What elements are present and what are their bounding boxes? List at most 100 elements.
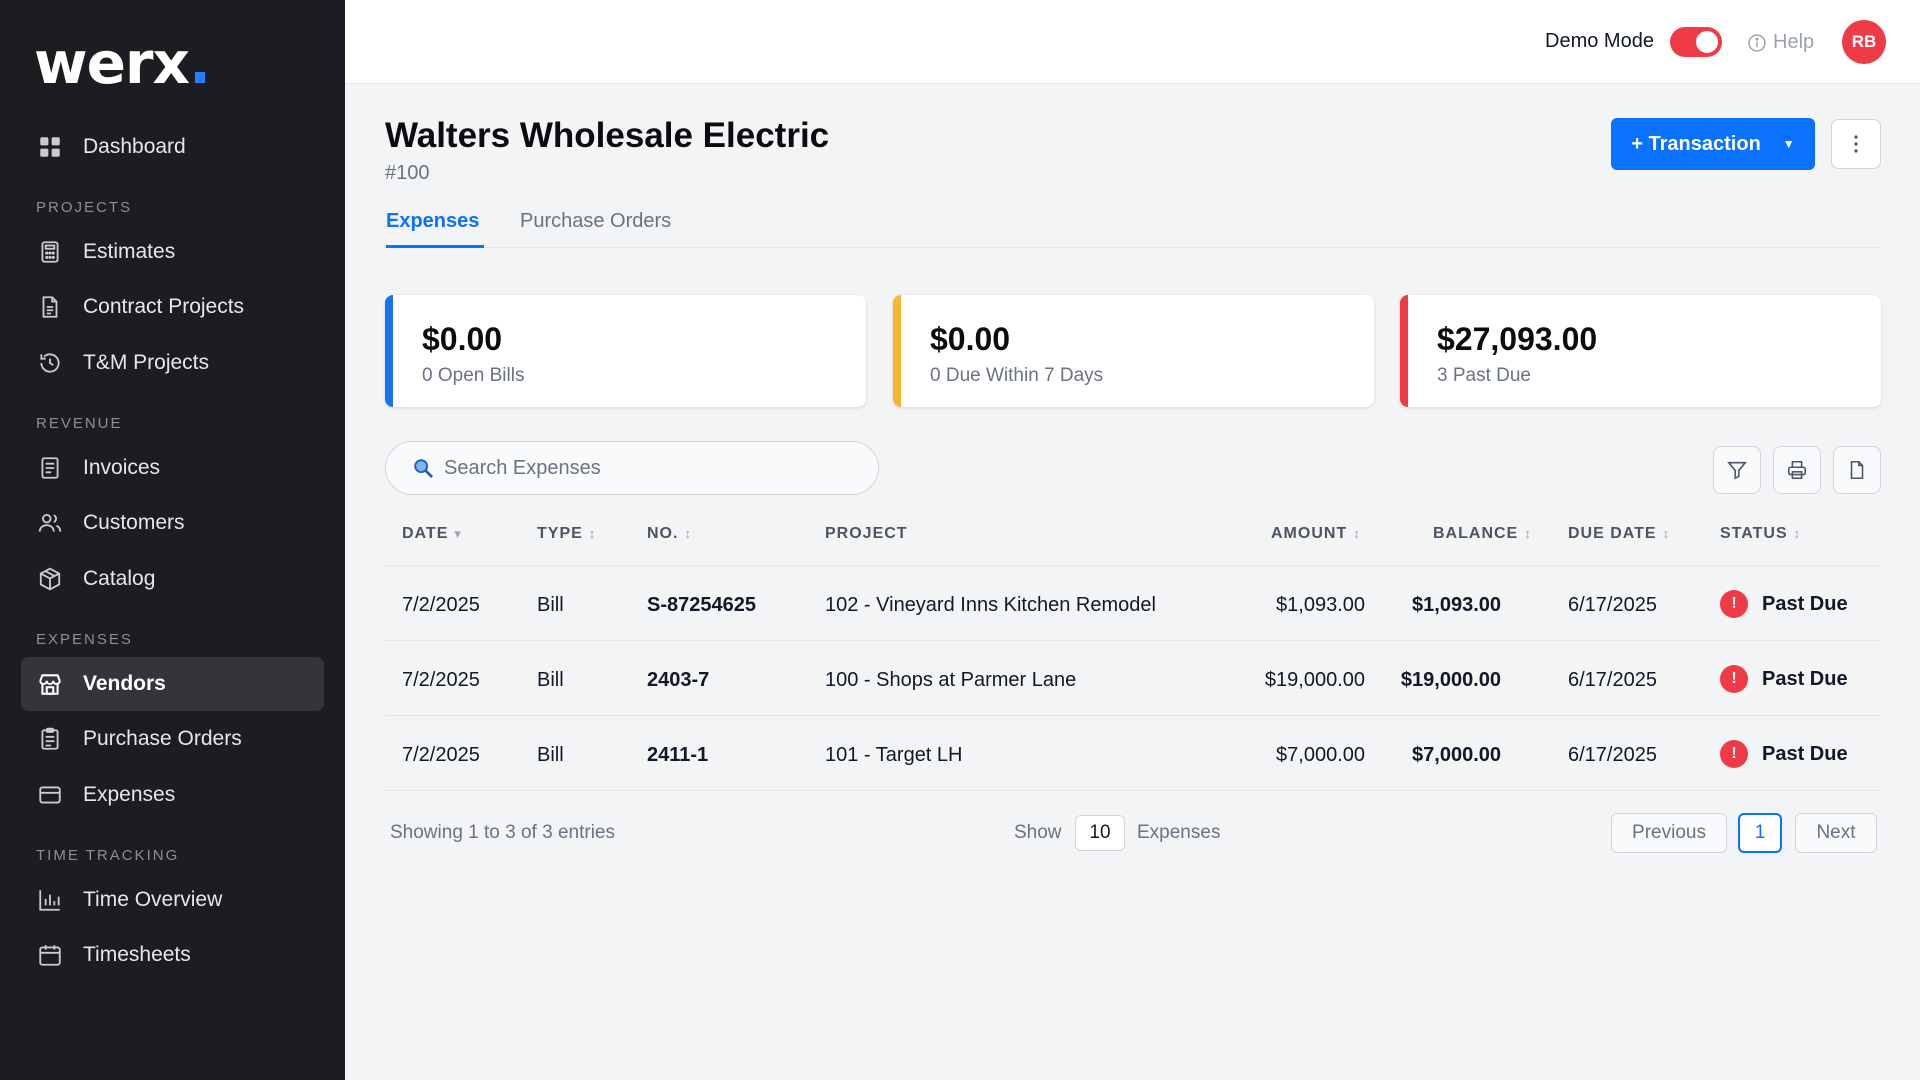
page-size-select[interactable]: 10 [1075, 815, 1125, 851]
main-content: Walters Wholesale Electric #100 + Transa… [345, 84, 1920, 1080]
column-header-status[interactable]: STATUS ↕ [1720, 525, 1801, 543]
cell-amount: $1,093.00 [1276, 594, 1365, 616]
card-accent [1400, 295, 1408, 407]
export-button[interactable] [1833, 446, 1881, 494]
sidebar-item-time-overview[interactable]: Time Overview [21, 873, 324, 927]
credit-card-icon [39, 786, 61, 804]
box-icon [39, 567, 61, 591]
sidebar-item-label: Estimates [83, 240, 176, 263]
add-transaction-label: + Transaction [1631, 132, 1761, 155]
sidebar-item-vendors[interactable]: Vendors [21, 657, 324, 711]
card-accent [893, 295, 901, 407]
more-options-button[interactable] [1831, 119, 1881, 169]
column-header-type[interactable]: TYPE ↕ [537, 525, 596, 543]
sidebar-item-dashboard[interactable]: Dashboard [21, 120, 324, 174]
cell-project[interactable]: 100 - Shops at Parmer Lane [825, 669, 1076, 692]
tab-bar: Expenses Purchase Orders [384, 210, 1882, 248]
page-title: Walters Wholesale Electric [385, 116, 830, 155]
cell-balance: $7,000.00 [1412, 744, 1501, 766]
column-header-no[interactable]: NO. ↕ [647, 525, 692, 543]
previous-page-button[interactable]: Previous [1611, 813, 1727, 853]
sort-icon: ↕ [1662, 526, 1671, 541]
sidebar-item-invoices[interactable]: Invoices [21, 441, 324, 495]
help-label: Help [1773, 31, 1815, 53]
tab-purchase-orders[interactable]: Purchase Orders [520, 210, 671, 248]
card-amount: $27,093.00 [1437, 321, 1598, 357]
column-header-due-date[interactable]: DUE DATE ↕ [1568, 525, 1670, 543]
search-box [385, 441, 879, 495]
next-page-button[interactable]: Next [1795, 813, 1877, 853]
sidebar-item-label: Dashboard [83, 135, 186, 158]
alert-icon: ! [1720, 665, 1748, 693]
cell-project[interactable]: 101 - Target LH [825, 744, 963, 767]
cell-balance: $1,093.00 [1412, 594, 1501, 616]
demo-mode-label: Demo Mode [1545, 30, 1654, 52]
sidebar-item-estimates[interactable]: Estimates [21, 225, 324, 279]
print-button[interactable] [1773, 446, 1821, 494]
sidebar-item-label: Contract Projects [83, 295, 245, 318]
section-time-tracking: TIME TRACKING [36, 847, 180, 864]
sidebar: werx. Dashboard PROJECTS Estimates Contr… [0, 0, 345, 1080]
cell-date: 7/2/2025 [402, 669, 480, 691]
cell-date: 7/2/2025 [402, 744, 480, 766]
open-bills-card[interactable]: $0.00 0 Open Bills [385, 295, 866, 407]
section-expenses: EXPENSES [36, 631, 133, 648]
page-size-unit: Expenses [1137, 822, 1221, 843]
caret-down-icon: ▼ [1782, 137, 1795, 151]
cell-project[interactable]: 102 - Vineyard Inns Kitchen Remodel [825, 594, 1156, 617]
sort-icon: ↕ [684, 526, 692, 541]
tab-expenses[interactable]: Expenses [386, 210, 484, 248]
invoice-icon [41, 457, 59, 479]
column-header-amount[interactable]: AMOUNT ↕ [1271, 525, 1361, 543]
clipboard-icon [41, 727, 59, 750]
sidebar-item-customers[interactable]: Customers [21, 496, 324, 550]
top-bar: Demo Mode Help RB [345, 0, 1920, 84]
search-input[interactable] [444, 456, 864, 480]
vertical-ellipsis-icon [1854, 135, 1858, 153]
sidebar-item-catalog[interactable]: Catalog [21, 552, 324, 606]
cell-number-link[interactable]: 2403-7 [647, 669, 709, 692]
filter-icon [1727, 461, 1747, 480]
status-badge: ! Past Due [1720, 590, 1848, 618]
sidebar-item-label: Timesheets [83, 943, 191, 966]
due-within-7-days-card[interactable]: $0.00 0 Due Within 7 Days [893, 295, 1374, 407]
vendor-number: #100 [385, 162, 430, 184]
cell-amount: $19,000.00 [1264, 669, 1365, 691]
cell-due-date: 6/17/2025 [1568, 669, 1657, 691]
cell-number-link[interactable]: 2411-1 [647, 744, 708, 767]
column-header-balance[interactable]: BALANCE ↕ [1433, 525, 1532, 543]
sidebar-item-timesheets[interactable]: Timesheets [21, 928, 324, 982]
sidebar-item-expenses[interactable]: Expenses [21, 768, 324, 822]
status-badge: ! Past Due [1720, 740, 1848, 768]
sort-icon: ↕ [1793, 526, 1802, 541]
sidebar-item-label: Invoices [83, 456, 161, 479]
card-label: 0 Due Within 7 Days [930, 365, 1104, 386]
status-badge: ! Past Due [1720, 665, 1848, 693]
cell-number-link[interactable]: S-87254625 [647, 594, 756, 617]
entries-summary: Showing 1 to 3 of 3 entries [390, 822, 615, 843]
sort-desc-icon: ▾ [454, 526, 462, 541]
demo-mode-toggle[interactable] [1670, 27, 1722, 57]
card-label: 3 Past Due [1437, 365, 1531, 386]
werx-logo[interactable]: werx. [34, 34, 211, 92]
sidebar-item-purchase-orders[interactable]: Purchase Orders [21, 712, 324, 766]
cell-due-date: 6/17/2025 [1568, 744, 1657, 766]
sidebar-item-label: Vendors [83, 672, 166, 695]
sidebar-item-tm-projects[interactable]: T&M Projects [21, 336, 324, 390]
user-avatar[interactable]: RB [1842, 20, 1886, 64]
sort-icon: ↕ [588, 526, 597, 541]
store-icon [39, 674, 61, 695]
column-header-project[interactable]: PROJECT [825, 525, 908, 543]
grid-icon [40, 137, 60, 157]
show-label: Show [1014, 822, 1062, 843]
history-icon [40, 353, 60, 373]
cell-type: Bill [537, 744, 564, 766]
add-transaction-button[interactable]: + Transaction ▼ [1611, 118, 1815, 170]
search-icon [414, 459, 433, 478]
page-1-button[interactable]: 1 [1738, 813, 1782, 853]
past-due-card[interactable]: $27,093.00 3 Past Due [1400, 295, 1881, 407]
filter-button[interactable] [1713, 446, 1761, 494]
sidebar-item-contract-projects[interactable]: Contract Projects [21, 280, 324, 334]
column-header-date[interactable]: DATE ▾ [402, 525, 462, 543]
help-link[interactable]: Help [1747, 31, 1814, 54]
